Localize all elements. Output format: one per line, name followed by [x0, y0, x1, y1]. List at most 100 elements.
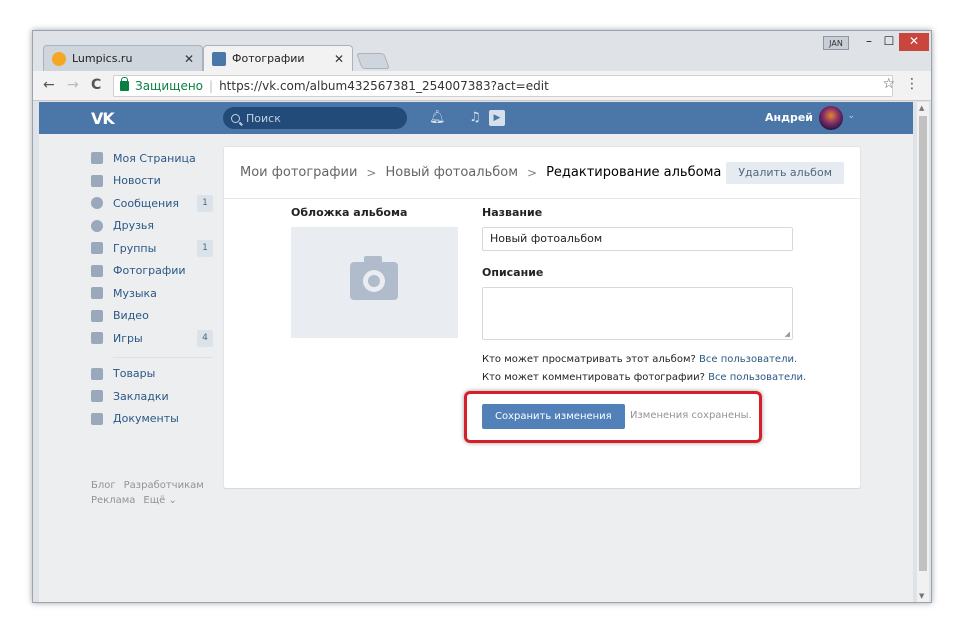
- album-edit-panel: Мои фотографии > Новый фотоальбом > Реда…: [224, 147, 860, 488]
- menu-divider: [113, 356, 213, 358]
- menu-dots-icon[interactable]: ⋮: [905, 76, 919, 92]
- vk-header: VK Поиск 🔔︎ ♫ ▶ Андрей ⌄: [39, 102, 913, 134]
- video-play-icon[interactable]: ▶: [489, 110, 505, 126]
- breadcrumb-new-album[interactable]: Новый фотоальбом: [385, 165, 518, 180]
- music-note-icon[interactable]: ♫: [467, 110, 483, 126]
- new-tab-button[interactable]: [356, 53, 390, 69]
- tab-title: Фотографии: [232, 52, 305, 65]
- sidebar-item-music[interactable]: Музыка: [91, 282, 213, 305]
- lumpics-favicon-icon: [52, 51, 66, 66]
- sidebar-item-label: Группы: [113, 241, 157, 255]
- save-changes-button[interactable]: Сохранить изменения: [482, 404, 625, 429]
- sidebar-item-label: Музыка: [113, 286, 157, 300]
- minimize-button[interactable]: –: [859, 33, 879, 51]
- video-icon: [91, 309, 103, 322]
- tab-title: Lumpics.ru: [72, 52, 133, 65]
- vk-favicon-icon: [212, 51, 226, 66]
- comment-privacy-question: Кто может комментировать фотографии?: [482, 372, 705, 383]
- chevron-right-icon: >: [527, 165, 538, 180]
- camera-icon: [350, 256, 398, 300]
- sidebar-item-video[interactable]: Видео: [91, 305, 213, 328]
- tab-photos[interactable]: Фотографии ✕: [203, 45, 353, 71]
- album-name-input[interactable]: Новый фотоальбом: [482, 227, 793, 251]
- count-badge: 1: [197, 195, 213, 212]
- comment-privacy-link[interactable]: Все пользователи.: [708, 372, 806, 383]
- footer-link-more[interactable]: Ещё ⌄: [143, 495, 176, 506]
- sidebar-item-label: Видео: [113, 309, 149, 323]
- footer-link-ads[interactable]: Реклама: [91, 495, 135, 506]
- chevron-right-icon: >: [366, 165, 377, 180]
- news-icon: [91, 174, 103, 187]
- scroll-down-icon[interactable]: ▼: [919, 592, 924, 600]
- reload-icon[interactable]: C: [91, 77, 101, 93]
- left-menu: Моя Страница Новости Сообщения 1 Друзья Г…: [91, 147, 213, 430]
- resize-handle-icon[interactable]: ◢: [785, 330, 790, 338]
- music-icon: [91, 287, 103, 300]
- tab-close-icon[interactable]: ✕: [184, 52, 194, 66]
- back-arrow-icon[interactable]: ←: [43, 77, 55, 93]
- vk-logo-icon[interactable]: VK: [91, 109, 115, 128]
- search-input[interactable]: Поиск: [223, 107, 407, 129]
- lock-icon: [120, 77, 129, 91]
- sidebar-item-label: Игры: [113, 331, 143, 345]
- description-label: Описание: [482, 266, 544, 279]
- search-placeholder: Поиск: [246, 111, 281, 125]
- chevron-down-icon[interactable]: ⌄: [847, 111, 855, 121]
- sidebar-item-my-page[interactable]: Моя Страница: [91, 147, 213, 170]
- view-privacy-link[interactable]: Все пользователи.: [699, 354, 797, 365]
- friends-icon: [91, 219, 103, 232]
- close-window-button[interactable]: ✕: [899, 33, 929, 51]
- bookmark-star-icon[interactable]: ☆: [882, 76, 895, 92]
- user-name[interactable]: Андрей: [765, 111, 813, 124]
- sidebar-item-news[interactable]: Новости: [91, 170, 213, 193]
- album-cover-placeholder[interactable]: [291, 227, 458, 338]
- sidebar-item-messages[interactable]: Сообщения 1: [91, 192, 213, 215]
- avatar[interactable]: [819, 106, 843, 130]
- sidebar-item-bookmarks[interactable]: Закладки: [91, 385, 213, 408]
- sidebar-item-games[interactable]: Игры 4: [91, 327, 213, 350]
- address-bar: ← → C Защищено | https://vk.com/album432…: [33, 71, 931, 101]
- forward-arrow-icon[interactable]: →: [67, 77, 79, 93]
- breadcrumb-current: Редактирование альбома: [546, 165, 722, 180]
- footer-link-blog[interactable]: Блог: [91, 480, 116, 491]
- sidebar-item-friends[interactable]: Друзья: [91, 215, 213, 238]
- sidebar-item-groups[interactable]: Группы 1: [91, 237, 213, 260]
- maximize-button[interactable]: ☐: [879, 33, 899, 51]
- view-privacy-question: Кто может просматривать этот альбом?: [482, 354, 696, 365]
- url-input[interactable]: Защищено | https://vk.com/album432567381…: [113, 75, 893, 97]
- footer-links: Блог Разработчикам Реклама Ещё ⌄: [91, 478, 212, 508]
- sidebar-item-label: Моя Страница: [113, 151, 196, 165]
- breadcrumb-my-photos[interactable]: Мои фотографии: [240, 165, 357, 180]
- saved-status-text: Изменения сохранены.: [630, 410, 752, 421]
- vertical-scrollbar[interactable]: ▲ ▼: [917, 102, 929, 602]
- tab-lumpics[interactable]: Lumpics.ru ✕: [43, 45, 203, 71]
- album-description-textarea[interactable]: ◢: [482, 287, 793, 340]
- bell-icon[interactable]: 🔔︎: [429, 110, 446, 126]
- cover-label: Обложка альбома: [291, 206, 408, 219]
- footer-link-developers[interactable]: Разработчикам: [124, 480, 204, 491]
- documents-icon: [91, 412, 103, 425]
- messages-icon: [91, 197, 103, 210]
- sidebar-item-documents[interactable]: Документы: [91, 408, 213, 431]
- url-separator: |: [209, 79, 214, 93]
- groups-icon: [91, 242, 103, 255]
- sidebar-item-photos[interactable]: Фотографии: [91, 260, 213, 283]
- title-bar: Lumpics.ru ✕ Фотографии ✕ JAN – ☐ ✕: [33, 31, 931, 71]
- sidebar-item-label: Товары: [113, 367, 156, 381]
- sidebar-item-label: Документы: [113, 412, 179, 426]
- scroll-thumb[interactable]: [919, 116, 927, 571]
- breadcrumb: Мои фотографии > Новый фотоальбом > Реда…: [240, 165, 721, 180]
- scroll-up-icon[interactable]: ▲: [919, 104, 924, 112]
- security-indicator[interactable]: Защищено: [120, 77, 203, 93]
- url-text: https://vk.com/album432567381_254007383?…: [219, 79, 549, 93]
- home-icon: [91, 152, 103, 165]
- games-icon: [91, 332, 103, 345]
- profile-chip[interactable]: JAN: [823, 36, 849, 50]
- comment-privacy-row: Кто может комментировать фотографии? Все…: [482, 372, 806, 383]
- delete-album-button[interactable]: Удалить альбом: [726, 162, 844, 184]
- sidebar-item-label: Новости: [113, 174, 161, 188]
- tab-close-icon[interactable]: ✕: [334, 52, 344, 66]
- sidebar-item-goods[interactable]: Товары: [91, 363, 213, 386]
- bookmarks-icon: [91, 390, 103, 403]
- count-badge: 1: [197, 240, 213, 257]
